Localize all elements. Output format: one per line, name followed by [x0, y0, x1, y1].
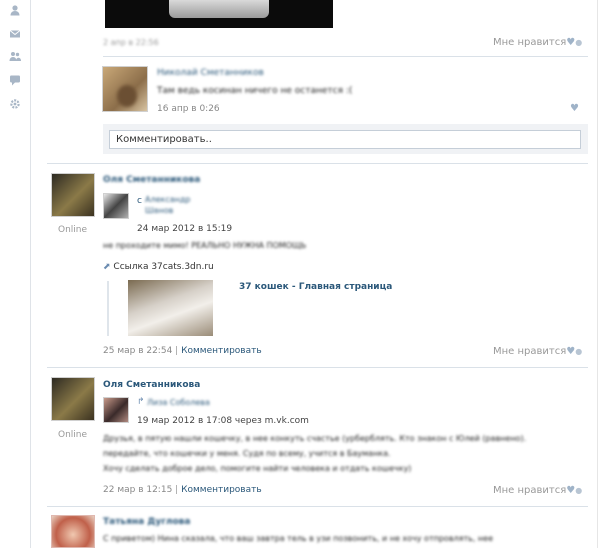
repost-icon: ↱ — [137, 397, 145, 407]
like-label: Мне нравится — [493, 346, 567, 357]
comments-divider — [103, 56, 588, 57]
like-label: Мне нравится — [493, 37, 567, 48]
repost-author[interactable]: Александр Шанов — [145, 194, 215, 216]
comment-placeholder: Комментировать.. — [116, 134, 212, 145]
post-text-line: Друзья, в пятую нашли кошечку, в нее кон… — [103, 434, 527, 443]
repost-prefix: с — [137, 196, 142, 206]
like-button[interactable]: Мне нравится♥● — [493, 485, 582, 496]
comment-input[interactable]: Комментировать.. — [109, 130, 581, 149]
user-icon[interactable] — [9, 4, 21, 16]
repost-author[interactable]: Лиза Соболева — [147, 398, 210, 407]
post-author[interactable]: Оля Сметанникова — [103, 175, 200, 185]
separator: | — [175, 346, 179, 356]
link-label: Ссылка 37cats.3dn.ru — [113, 262, 214, 272]
post-text-line: передайте, что кошечки у меня. Судя по в… — [103, 449, 391, 458]
post-date[interactable]: 25 мар в 22:54 — [103, 346, 172, 356]
scroll-edge — [597, 0, 612, 548]
comment-text: Там ведь косинан ничего не останется :( — [157, 86, 353, 96]
comment-link[interactable]: Комментировать — [181, 346, 262, 356]
avatar[interactable] — [102, 66, 148, 112]
repost-date[interactable]: 24 мар 2012 в 15:19 — [137, 224, 232, 234]
post-author[interactable]: Татьяна Дуглова — [103, 517, 190, 527]
comment-author[interactable]: Николай Сметанников — [157, 68, 264, 78]
post-image[interactable] — [105, 0, 333, 28]
comment-link[interactable]: Комментировать — [181, 485, 262, 495]
like-label: Мне нравится — [493, 485, 567, 496]
repost-date[interactable]: 19 мар 2012 в 17:08 через m.vk.com — [137, 416, 309, 426]
friends-icon[interactable] — [9, 50, 21, 62]
comment-date[interactable]: 16 апр в 0:26 — [157, 104, 220, 114]
mail-icon[interactable] — [9, 28, 21, 40]
news-feed: 2 апр в 22:56 Мне нравится♥● Николай Сме… — [31, 0, 597, 548]
post-divider — [47, 163, 588, 164]
post-footer: 22 мар в 12:15 | Комментировать — [103, 485, 262, 495]
link-title[interactable]: 37 кошек - Главная страница — [239, 282, 392, 292]
post-text: не проходите мимо! РЕАЛЬНО НУЖНА ПОМОЩЬ — [103, 241, 307, 250]
link-attachment[interactable]: ⬈ Ссылка 37cats.3dn.ru — [103, 262, 214, 272]
post-date[interactable]: 22 мар в 12:15 — [103, 485, 172, 495]
post-divider — [47, 367, 588, 368]
post-text: С приветом) Нина сказала, что ваш завтра… — [103, 534, 493, 543]
avatar[interactable] — [51, 173, 95, 217]
like-button[interactable]: Мне нравится♥● — [493, 346, 582, 357]
comment-like-icon[interactable]: ♥ — [570, 103, 579, 114]
post-author[interactable]: Оля Сметанникова — [103, 380, 200, 390]
avatar[interactable] — [51, 515, 95, 548]
post-text-line: Хочу сделать доброе дело, помогите найти… — [103, 464, 412, 473]
link-preview-image[interactable] — [128, 280, 213, 336]
avatar[interactable] — [103, 193, 129, 219]
heart-icon: ♥ — [566, 485, 576, 496]
post-date[interactable]: 2 апр в 22:56 — [103, 38, 159, 47]
heart-icon: ♥ — [566, 346, 576, 357]
like-button[interactable]: Мне нравится♥● — [493, 37, 582, 48]
separator: | — [175, 485, 179, 495]
online-status: Online — [58, 225, 88, 235]
link-icon: ⬈ — [103, 262, 111, 272]
settings-icon[interactable] — [9, 98, 21, 110]
post-footer: 25 мар в 22:54 | Комментировать — [103, 346, 262, 356]
heart-icon: ♥ — [566, 37, 576, 48]
dot-icon: ● — [575, 486, 583, 495]
dot-icon: ● — [575, 38, 583, 47]
post-divider — [47, 506, 588, 507]
dot-icon: ● — [575, 347, 583, 356]
online-status: Online — [58, 430, 88, 440]
avatar[interactable] — [103, 397, 129, 423]
chat-icon[interactable] — [9, 74, 21, 86]
avatar[interactable] — [51, 377, 95, 421]
left-nav-rail — [0, 0, 31, 548]
link-quote-bar — [107, 281, 109, 336]
